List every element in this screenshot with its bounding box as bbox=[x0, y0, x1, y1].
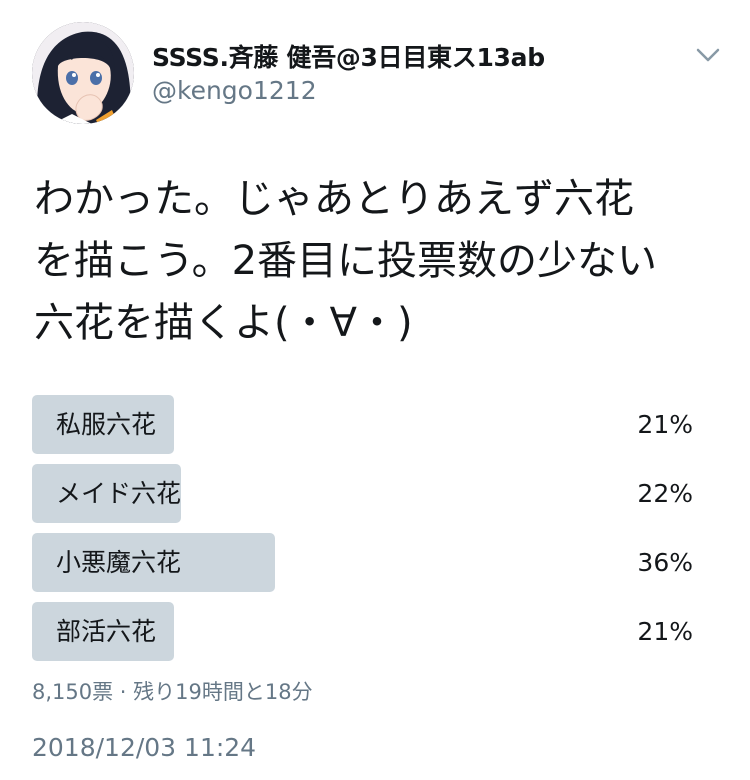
poll: 私服六花 21% メイド六花 22% 小悪魔六花 36% 部活六花 21% bbox=[32, 395, 702, 671]
user-handle[interactable]: @kengo1212 bbox=[152, 76, 317, 105]
timestamp[interactable]: 2018/12/03 11:24 bbox=[32, 733, 256, 762]
poll-option-label: 小悪魔六花 bbox=[56, 548, 182, 577]
poll-meta: 8,150票 · 残り19時間と18分 bbox=[32, 680, 313, 704]
tweet-text: わかった。じゃあとりあえず六花 を描こう。2番目に投票数の少ない 六花を描くよ(… bbox=[34, 168, 724, 354]
tweet-text-line: 六花を描くよ(・∀・) bbox=[34, 300, 413, 346]
poll-option-label: メイド六花 bbox=[56, 479, 182, 508]
poll-option-percent: 21% bbox=[637, 617, 693, 646]
tweet-text-line: わかった。じゃあとりあえず六花 bbox=[34, 176, 634, 222]
avatar-image bbox=[32, 22, 134, 124]
avatar[interactable] bbox=[32, 22, 134, 124]
poll-option-percent: 36% bbox=[637, 548, 693, 577]
poll-option[interactable]: メイド六花 22% bbox=[32, 464, 702, 523]
poll-option[interactable]: 小悪魔六花 36% bbox=[32, 533, 702, 592]
display-name[interactable]: SSSS.斉藤 健吾@3日目東ス13ab bbox=[152, 38, 545, 74]
chevron-down-icon[interactable] bbox=[694, 44, 722, 66]
tweet-text-line: を描こう。2番目に投票数の少ない bbox=[34, 238, 658, 284]
poll-option[interactable]: 部活六花 21% bbox=[32, 602, 702, 661]
poll-option-label: 部活六花 bbox=[56, 617, 157, 646]
poll-option-label: 私服六花 bbox=[56, 410, 157, 439]
poll-option-percent: 21% bbox=[637, 410, 693, 439]
poll-option[interactable]: 私服六花 21% bbox=[32, 395, 702, 454]
poll-option-percent: 22% bbox=[637, 479, 693, 508]
